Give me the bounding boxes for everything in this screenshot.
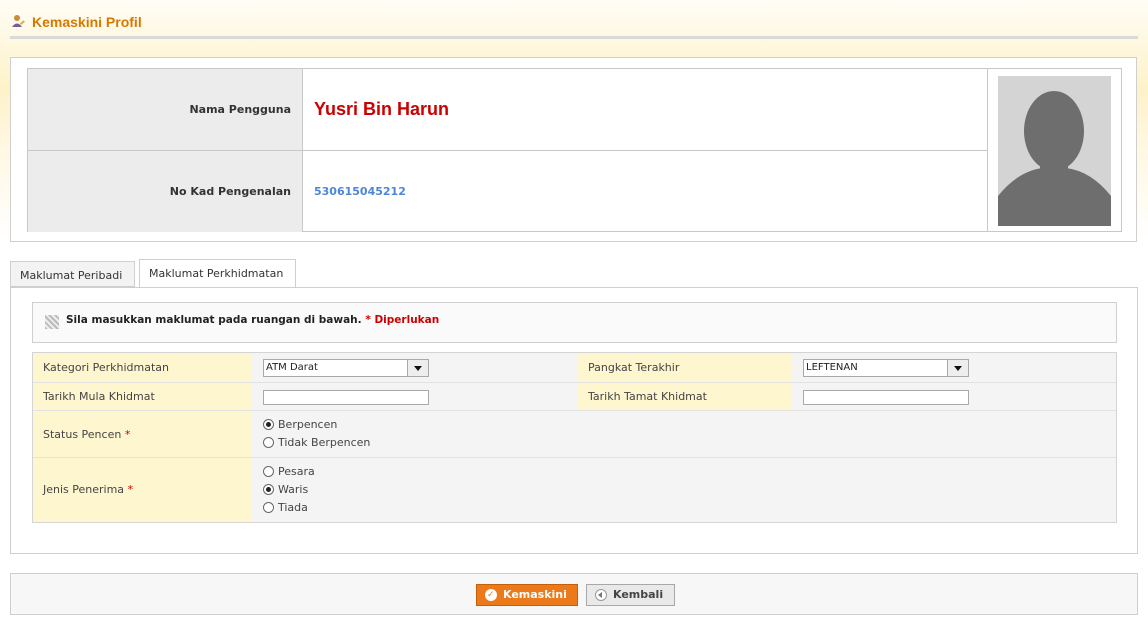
radio-dot [263, 502, 274, 513]
kembali-button[interactable]: Kembali [586, 584, 675, 606]
radio-berpencen-label: Berpencen [278, 418, 338, 431]
kemaskini-button-label: Kemaskini [503, 588, 567, 601]
radio-tidak-berpencen[interactable]: Tidak Berpencen [263, 435, 370, 451]
kategori-label: Kategori Perkhidmatan [33, 353, 252, 383]
radio-pesara-label: Pesara [278, 465, 315, 478]
radio-dot [263, 437, 274, 448]
radio-waris-label: Waris [278, 483, 309, 496]
pangkat-cell: LEFTENAN [792, 353, 1116, 383]
notice-box: Sila masukkan maklumat pada ruangan di b… [32, 302, 1117, 343]
radio-tidak-berpencen-label: Tidak Berpencen [278, 436, 371, 449]
tarikh-tamat-label: Tarikh Tamat Khidmat [578, 383, 792, 411]
radio-berpencen[interactable]: Berpencen [263, 417, 337, 433]
chevron-down-icon [947, 360, 968, 376]
tarikh-tamat-input[interactable] [803, 390, 969, 405]
name-value: Yusri Bin Harun [302, 69, 987, 150]
kembali-button-label: Kembali [613, 588, 664, 601]
jenis-penerima-label-text: Jenis Penerima [43, 483, 125, 496]
kategori-label-text: Kategori Perkhidmatan [43, 361, 170, 374]
tarikh-mula-input[interactable] [263, 390, 429, 405]
kategori-selected: ATM Darat [266, 362, 318, 373]
required-star: * [124, 428, 131, 441]
radio-dot [263, 466, 274, 477]
service-form: Kategori Perkhidmatan ATM Darat Pangkat … [32, 352, 1117, 523]
ic-label: No Kad Pengenalan [28, 151, 302, 232]
radio-tiada[interactable]: Tiada [263, 500, 308, 516]
radio-waris[interactable]: Waris [263, 482, 308, 498]
back-arrow-icon [595, 589, 607, 601]
radio-tiada-label: Tiada [278, 501, 308, 514]
pangkat-label: Pangkat Terakhir [578, 353, 792, 383]
tab-maklumat-peribadi[interactable]: Maklumat Peribadi [10, 261, 135, 287]
name-label: Nama Pengguna [28, 69, 302, 150]
status-pencen-cell: Berpencen Tidak Berpencen [252, 411, 1116, 458]
tarikh-tamat-cell [792, 383, 1116, 411]
tarikh-mula-cell [252, 383, 578, 411]
status-pencen-label: Status Pencen * [33, 411, 252, 458]
check-circle-icon [485, 585, 497, 605]
page-title: Kemaskini Profil [32, 14, 142, 30]
avatar-placeholder-icon [998, 76, 1111, 226]
notice-message: Sila masukkan maklumat pada ruangan di b… [66, 314, 362, 326]
tarikh-tamat-label-text: Tarikh Tamat Khidmat [588, 390, 707, 403]
profile-panel: Nama Pengguna Yusri Bin Harun No Kad Pen… [10, 57, 1137, 242]
user-edit-icon [12, 15, 25, 27]
tarikh-mula-label-text: Tarikh Mula Khidmat [43, 390, 155, 403]
required-star: * [127, 483, 134, 496]
profile-table: Nama Pengguna Yusri Bin Harun No Kad Pen… [27, 68, 988, 232]
info-pattern-icon [45, 315, 59, 329]
jenis-penerima-cell: Pesara Waris Tiada [252, 458, 1116, 522]
kategori-cell: ATM Darat [252, 353, 578, 383]
tab-maklumat-perkhidmatan[interactable]: Maklumat Perkhidmatan [139, 259, 296, 288]
ic-value: 530615045212 [302, 151, 987, 232]
chevron-down-icon [407, 360, 428, 376]
action-bar: Kemaskini Kembali [10, 573, 1138, 615]
pangkat-selected: LEFTENAN [806, 362, 858, 373]
service-panel: Sila masukkan maklumat pada ruangan di b… [10, 287, 1138, 554]
radio-dot [263, 484, 274, 495]
kategori-select[interactable]: ATM Darat [263, 359, 429, 377]
radio-dot [263, 419, 274, 430]
jenis-penerima-label: Jenis Penerima * [33, 458, 252, 522]
profile-photo [987, 68, 1122, 232]
header-divider [10, 36, 1138, 39]
pangkat-select[interactable]: LEFTENAN [803, 359, 969, 377]
page-header: Kemaskini Profil [10, 10, 1138, 39]
pangkat-label-text: Pangkat Terakhir [588, 361, 680, 374]
tarikh-mula-label: Tarikh Mula Khidmat [33, 383, 252, 411]
radio-pesara[interactable]: Pesara [263, 464, 315, 480]
notice-text: Sila masukkan maklumat pada ruangan di b… [66, 314, 439, 326]
kemaskini-button[interactable]: Kemaskini [476, 584, 578, 606]
status-pencen-label-text: Status Pencen [43, 428, 122, 441]
required-hint: * Diperlukan [365, 314, 440, 326]
